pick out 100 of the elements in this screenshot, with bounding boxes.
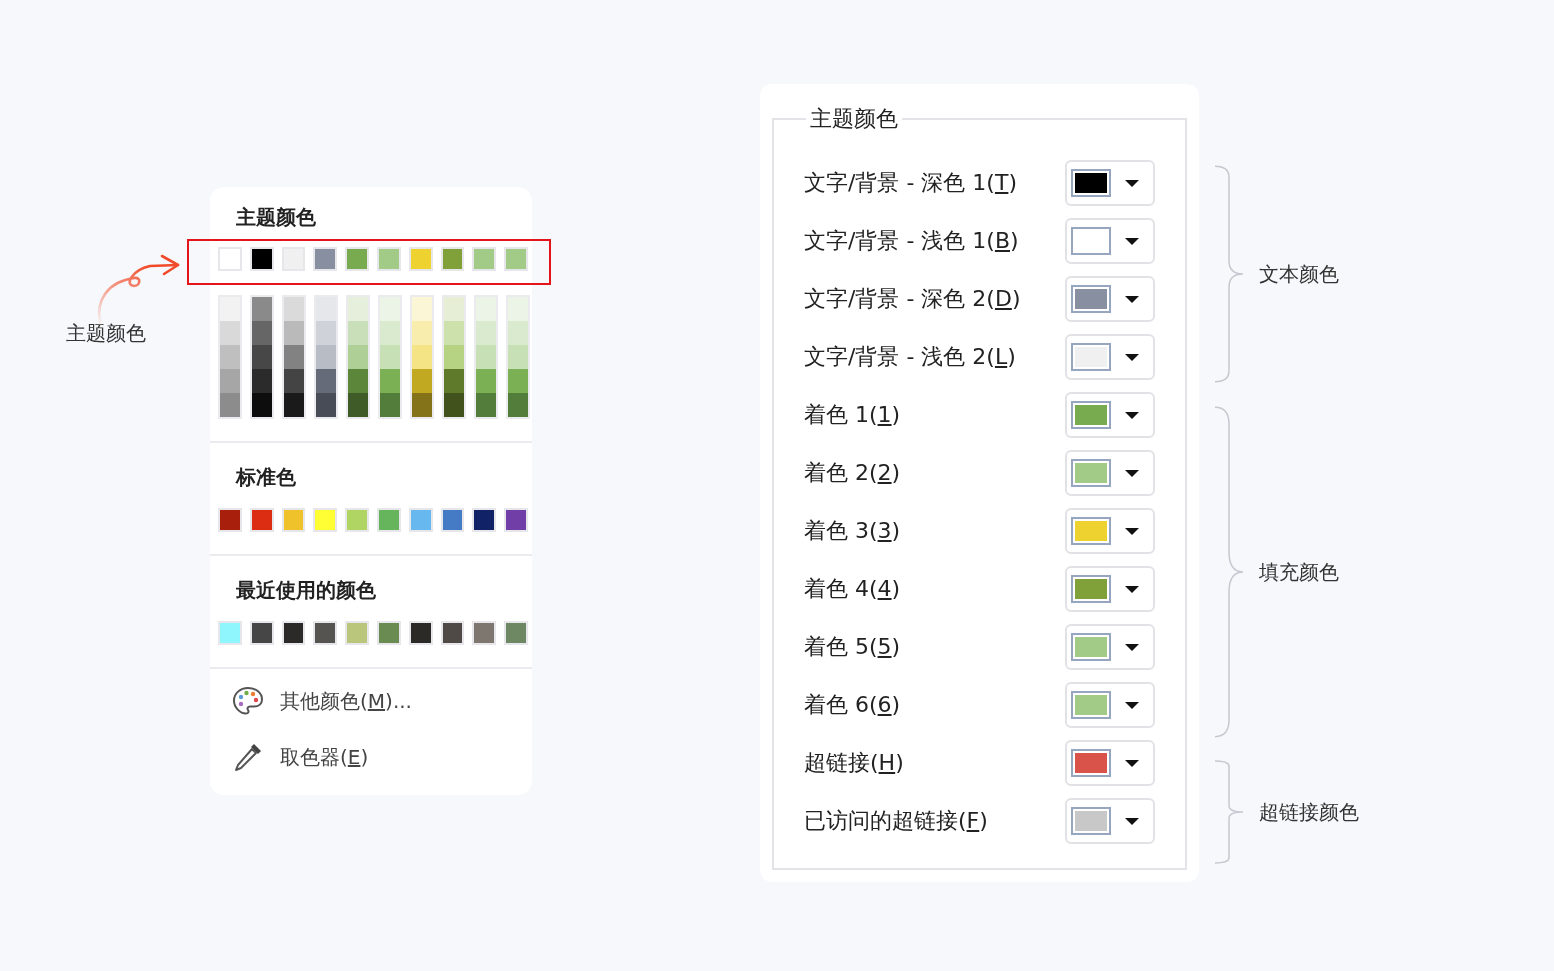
- shade-swatch[interactable]: [412, 393, 432, 417]
- color-swatch[interactable]: [345, 621, 369, 645]
- shade-swatch[interactable]: [284, 369, 304, 393]
- color-swatch[interactable]: [249, 508, 274, 532]
- color-swatch[interactable]: [472, 508, 497, 532]
- color-swatch[interactable]: [472, 621, 497, 645]
- eyedropper-icon: [232, 741, 264, 773]
- color-swatch[interactable]: [504, 508, 528, 532]
- shade-swatch[interactable]: [508, 321, 528, 345]
- color-dropdown[interactable]: [1065, 624, 1155, 670]
- color-swatch[interactable]: [440, 508, 465, 532]
- color-swatch[interactable]: [249, 247, 274, 271]
- shade-swatch[interactable]: [380, 345, 400, 369]
- color-dropdown[interactable]: [1065, 798, 1155, 844]
- shade-swatch[interactable]: [476, 369, 496, 393]
- color-swatch[interactable]: [281, 621, 306, 645]
- shade-swatch[interactable]: [252, 393, 272, 417]
- shade-swatch[interactable]: [316, 369, 336, 393]
- shade-swatch[interactable]: [444, 345, 464, 369]
- color-swatch[interactable]: [218, 621, 242, 645]
- shade-swatch[interactable]: [284, 321, 304, 345]
- shade-swatch[interactable]: [508, 393, 528, 417]
- shade-swatch[interactable]: [508, 345, 528, 369]
- color-dropdown[interactable]: [1065, 682, 1155, 728]
- color-swatch[interactable]: [313, 247, 338, 271]
- color-dropdown[interactable]: [1065, 276, 1155, 322]
- color-swatch[interactable]: [472, 247, 497, 271]
- shade-swatch[interactable]: [412, 345, 432, 369]
- shade-swatch[interactable]: [252, 321, 272, 345]
- shade-swatch[interactable]: [476, 345, 496, 369]
- menu-item[interactable]: 取色器(E): [280, 743, 369, 771]
- color-swatch[interactable]: [249, 621, 274, 645]
- shade-swatch[interactable]: [380, 297, 400, 321]
- shade-swatch[interactable]: [348, 321, 368, 345]
- color-swatch[interactable]: [345, 508, 369, 532]
- shade-swatch[interactable]: [380, 321, 400, 345]
- shade-swatch[interactable]: [316, 321, 336, 345]
- shade-swatch[interactable]: [284, 393, 304, 417]
- shade-swatch[interactable]: [476, 297, 496, 321]
- shade-swatch[interactable]: [316, 345, 336, 369]
- color-dropdown[interactable]: [1065, 218, 1155, 264]
- shade-swatch[interactable]: [412, 321, 432, 345]
- color-swatch[interactable]: [313, 508, 338, 532]
- color-swatch[interactable]: [408, 508, 433, 532]
- color-swatch[interactable]: [281, 247, 306, 271]
- color-dropdown[interactable]: [1065, 450, 1155, 496]
- shade-swatch[interactable]: [412, 297, 432, 321]
- shade-swatch[interactable]: [348, 345, 368, 369]
- color-swatch[interactable]: [440, 247, 465, 271]
- shade-swatch[interactable]: [252, 345, 272, 369]
- menu-item[interactable]: 其他颜色(M)...: [280, 687, 412, 715]
- color-swatch[interactable]: [377, 247, 401, 271]
- color-dropdown[interactable]: [1065, 334, 1155, 380]
- color-dropdown[interactable]: [1065, 160, 1155, 206]
- shade-swatch[interactable]: [316, 393, 336, 417]
- color-dropdown[interactable]: [1065, 392, 1155, 438]
- color-dropdown[interactable]: [1065, 508, 1155, 554]
- shade-swatch[interactable]: [412, 369, 432, 393]
- shade-swatch[interactable]: [252, 369, 272, 393]
- section-heading: 最近使用的颜色: [235, 577, 376, 604]
- shade-swatch[interactable]: [252, 297, 272, 321]
- color-swatch[interactable]: [345, 247, 369, 271]
- shade-swatch[interactable]: [348, 369, 368, 393]
- color-swatch[interactable]: [408, 247, 433, 271]
- color-dropdown[interactable]: [1065, 566, 1155, 612]
- shade-swatch[interactable]: [476, 321, 496, 345]
- shade-swatch[interactable]: [220, 369, 240, 393]
- shade-swatch[interactable]: [508, 369, 528, 393]
- color-swatch[interactable]: [377, 508, 401, 532]
- color-swatch[interactable]: [313, 621, 338, 645]
- shade-swatch[interactable]: [220, 321, 240, 345]
- shade-swatch[interactable]: [476, 393, 496, 417]
- color-swatch[interactable]: [504, 247, 528, 271]
- color-swatch[interactable]: [281, 508, 306, 532]
- shade-swatch[interactable]: [316, 297, 336, 321]
- shade-swatch[interactable]: [508, 297, 528, 321]
- caret-icon: [1125, 469, 1139, 477]
- shade-swatch[interactable]: [444, 369, 464, 393]
- shade-swatch[interactable]: [444, 393, 464, 417]
- shade-swatch[interactable]: [444, 321, 464, 345]
- shade-swatch[interactable]: [380, 369, 400, 393]
- color-label: 文字/背景 - 浅色 1(B): [804, 227, 1019, 255]
- shade-swatch[interactable]: [220, 393, 240, 417]
- color-swatch[interactable]: [218, 247, 242, 271]
- shade-swatch[interactable]: [348, 297, 368, 321]
- color-swatch[interactable]: [440, 621, 465, 645]
- shade-swatch[interactable]: [284, 345, 304, 369]
- color-label: 超链接(H): [804, 749, 904, 777]
- color-swatch[interactable]: [218, 508, 242, 532]
- shade-swatch[interactable]: [284, 297, 304, 321]
- color-swatch[interactable]: [377, 621, 401, 645]
- shade-swatch[interactable]: [220, 345, 240, 369]
- section-heading: 主题颜色: [235, 204, 316, 231]
- color-dropdown[interactable]: [1065, 740, 1155, 786]
- shade-swatch[interactable]: [220, 297, 240, 321]
- color-swatch[interactable]: [504, 621, 528, 645]
- color-swatch[interactable]: [408, 621, 433, 645]
- shade-swatch[interactable]: [380, 393, 400, 417]
- shade-swatch[interactable]: [348, 393, 368, 417]
- shade-swatch[interactable]: [444, 297, 464, 321]
